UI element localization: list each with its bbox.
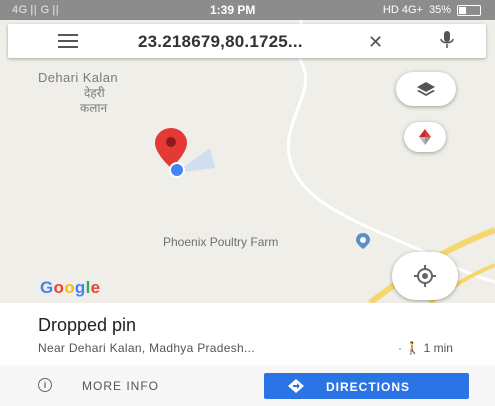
clock: 1:39 PM (210, 3, 256, 17)
walking-icon: 🚶 (405, 341, 421, 355)
walk-time: · 🚶 1 min (398, 341, 453, 355)
layers-button[interactable] (396, 72, 456, 106)
place-bottom-sheet[interactable]: Dropped pin Near Dehari Kalan, Madhya Pr… (0, 303, 495, 406)
dropped-pin-icon[interactable] (155, 128, 225, 188)
status-bar: 4G || G || 1:39 PM HD 4G+ 35% (0, 0, 495, 20)
microphone-icon[interactable] (440, 31, 454, 51)
search-query[interactable]: 23.218679,80.1725... (138, 32, 303, 52)
place-subtitle: Near Dehari Kalan, Madhya Pradesh... (38, 341, 255, 355)
place-title: Dropped pin (38, 315, 137, 335)
search-bar[interactable]: 23.218679,80.1725... ✕ (8, 24, 486, 58)
directions-icon (288, 379, 304, 393)
poi-label[interactable]: Phoenix Poultry Farm (163, 235, 278, 249)
battery-percent: 35% (428, 4, 451, 16)
map-view[interactable]: Dehari Kalan देहरी कलान Phoenix Poultry … (0, 20, 495, 303)
my-location-button[interactable] (392, 252, 458, 300)
directions-button[interactable]: DIRECTIONS (264, 373, 469, 399)
my-location-icon (414, 265, 436, 287)
poi-marker-icon[interactable] (356, 233, 370, 249)
close-icon[interactable]: ✕ (368, 32, 383, 53)
signal-indicator: 4G || G || (12, 4, 60, 16)
place-label-hindi-line2: कलान (80, 101, 108, 115)
walk-separator: · (398, 341, 402, 355)
walk-time-value: 1 min (423, 341, 453, 355)
action-row: i MORE INFO DIRECTIONS (0, 365, 495, 406)
place-label-english: Dehari Kalan (38, 70, 118, 85)
more-info-button[interactable]: MORE INFO (82, 379, 159, 393)
google-logo: Google (40, 278, 101, 297)
network-indicator: HD 4G+ (382, 4, 423, 16)
compass-icon (419, 129, 431, 145)
hamburger-menu-icon[interactable] (58, 34, 78, 48)
battery-icon (457, 4, 481, 16)
info-icon[interactable]: i (38, 378, 52, 392)
layers-icon (417, 82, 435, 96)
directions-label: DIRECTIONS (326, 380, 411, 394)
compass-button[interactable] (404, 122, 446, 152)
